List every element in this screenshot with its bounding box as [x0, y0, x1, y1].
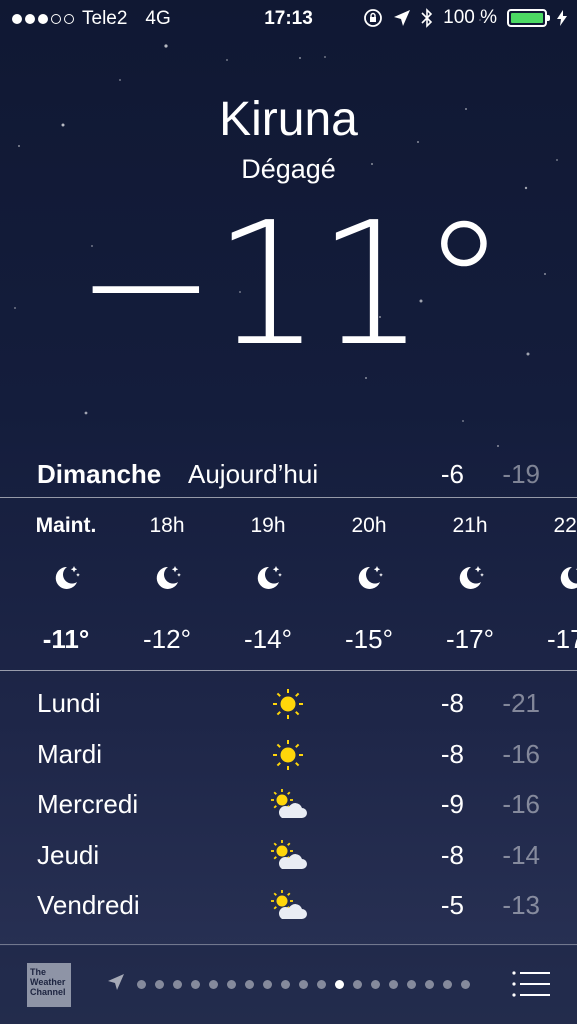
hour-label: 22h	[553, 514, 577, 537]
bottom-toolbar: The Weather Channel	[0, 946, 577, 1024]
page-dot[interactable]	[461, 980, 470, 989]
hourly-item: 20h -15°	[319, 498, 419, 670]
page-dot[interactable]	[443, 980, 452, 989]
page-dot[interactable]	[389, 980, 398, 989]
page-dot[interactable]	[209, 980, 218, 989]
today-low: -19	[502, 459, 540, 489]
today-summary-row: Dimanche Aujourd’hui -6 -19	[0, 455, 577, 495]
page-dot[interactable]	[335, 980, 344, 989]
moon-stars-icon	[555, 562, 577, 594]
moon-stars-icon	[454, 562, 486, 594]
hour-label: 21h	[452, 514, 488, 537]
day-low: -21	[502, 688, 540, 718]
sun-icon	[268, 684, 308, 724]
day-name: Lundi	[37, 688, 101, 718]
page-dot[interactable]	[245, 980, 254, 989]
day-low: -16	[502, 738, 540, 769]
weather-channel-logo[interactable]: The Weather Channel	[27, 963, 71, 1007]
today-day-name: Dimanche	[37, 459, 162, 489]
today-label: Aujourd’hui	[188, 459, 319, 489]
hour-temperature: -15°	[345, 624, 393, 654]
day-high: -9	[440, 789, 464, 819]
day-high: -5	[440, 890, 464, 920]
day-name: Mardi	[37, 738, 103, 769]
status-bar: Tele2 4G 17:13 100 %	[0, 0, 577, 38]
hourly-item: 18h -12°	[117, 498, 217, 670]
hour-label: 20h	[351, 514, 387, 537]
page-dot[interactable]	[353, 980, 362, 989]
current-location-icon[interactable]	[107, 973, 125, 991]
hourly-item: Maint. -11°	[16, 498, 116, 670]
page-dot[interactable]	[281, 980, 290, 989]
hour-temperature: -14°	[244, 624, 292, 654]
rotation-lock-icon	[364, 9, 383, 27]
daily-row: Vendredi -5 -13	[0, 886, 577, 937]
location-arrow-icon	[394, 10, 411, 26]
hourly-item: 22h -17°	[521, 498, 577, 670]
battery-icon	[507, 9, 550, 27]
page-dot[interactable]	[317, 980, 326, 989]
moon-stars-icon	[353, 562, 385, 594]
city-name: Kiruna	[219, 93, 358, 146]
partly-cloudy-icon	[268, 886, 308, 926]
day-name: Jeudi	[37, 839, 100, 870]
daily-row: Lundi -8 -21	[0, 684, 577, 735]
page-indicator[interactable]	[137, 980, 470, 989]
day-low: -14	[502, 839, 540, 870]
hour-temperature: -12°	[143, 624, 191, 654]
condition-text: Dégagé	[241, 154, 336, 184]
hour-label: Maint.	[35, 514, 97, 537]
city-list-icon[interactable]	[512, 970, 550, 998]
day-name: Mercredi	[37, 789, 139, 819]
day-high: -8	[440, 839, 464, 870]
current-temperature: −11°	[74, 186, 507, 384]
today-high: -6	[440, 459, 464, 489]
bluetooth-icon	[421, 8, 433, 28]
daily-row: Jeudi -8 -14	[0, 836, 577, 887]
hour-label: 19h	[250, 514, 286, 537]
hourly-item: 19h -14°	[218, 498, 318, 670]
daily-row: Mercredi -9 -16	[0, 785, 577, 836]
day-low: -13	[502, 890, 540, 920]
hour-label: 18h	[149, 514, 185, 537]
partly-cloudy-icon	[268, 836, 308, 876]
page-dot[interactable]	[191, 980, 200, 989]
page-dot[interactable]	[425, 980, 434, 989]
hourly-forecast-strip[interactable]: Maint. -11° 18h -12° 19h -14° 20h -15° 21h -…	[0, 498, 577, 670]
page-dot[interactable]	[227, 980, 236, 989]
divider	[0, 670, 577, 671]
page-dot[interactable]	[371, 980, 380, 989]
day-high: -8	[440, 738, 464, 769]
hour-temperature: -11°	[42, 624, 90, 654]
battery-percent: 100 %	[443, 7, 497, 28]
daily-row: Mardi -8 -16	[0, 735, 577, 786]
page-dot[interactable]	[137, 980, 146, 989]
moon-stars-icon	[252, 562, 284, 594]
divider	[0, 944, 577, 945]
daily-forecast-list[interactable]: Lundi -8 -21 Mardi -8 -16 Mercredi -9 -16 J…	[0, 684, 577, 937]
page-dot[interactable]	[155, 980, 164, 989]
sun-icon	[268, 735, 308, 775]
hourly-item: 21h -17°	[420, 498, 520, 670]
status-right: 100 %	[363, 7, 567, 29]
partly-cloudy-icon	[268, 785, 308, 825]
page-dot[interactable]	[263, 980, 272, 989]
page-dot[interactable]	[407, 980, 416, 989]
moon-stars-icon	[151, 562, 183, 594]
battery-fill	[511, 13, 543, 23]
charging-bolt-icon	[557, 10, 567, 26]
hour-temperature: -17°	[547, 624, 577, 654]
day-high: -8	[440, 688, 464, 718]
day-name: Vendredi	[37, 890, 140, 920]
hour-temperature: -17°	[446, 624, 494, 654]
page-dot[interactable]	[173, 980, 182, 989]
day-low: -16	[502, 789, 540, 819]
page-dot[interactable]	[299, 980, 308, 989]
moon-stars-icon	[50, 562, 82, 594]
